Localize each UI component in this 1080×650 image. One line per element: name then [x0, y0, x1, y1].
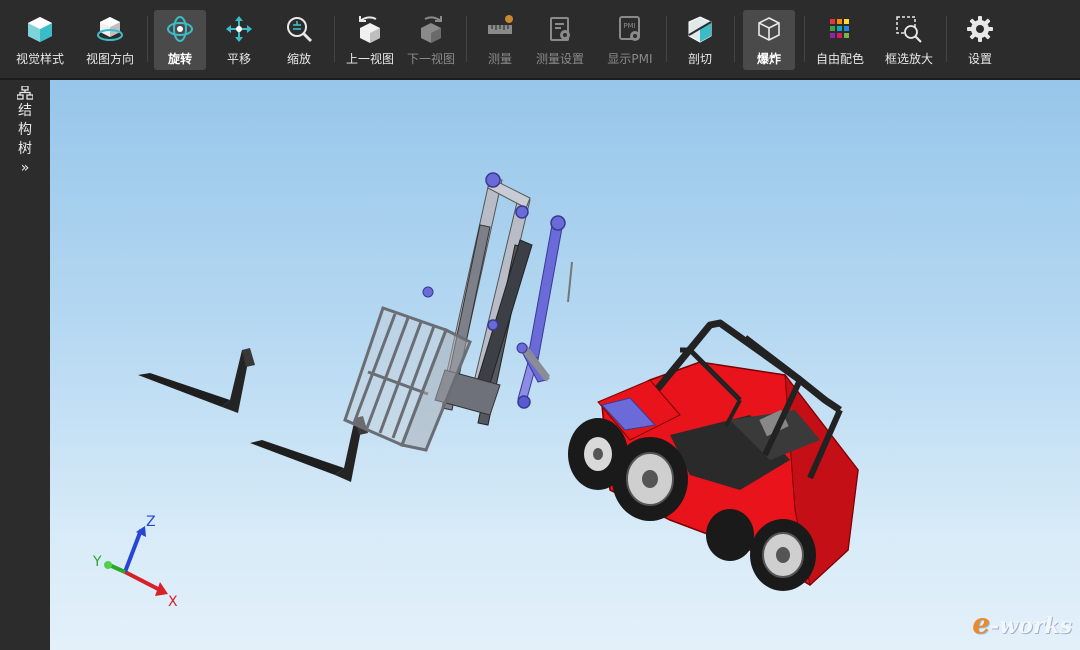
explode-label: 爆炸: [756, 52, 781, 66]
gear-icon: [965, 14, 995, 44]
expand-chevron-icon: »: [20, 160, 30, 176]
pan-icon: [224, 14, 254, 44]
toolbar-divider: [804, 16, 805, 62]
axis-y-label: Y: [92, 554, 102, 570]
explode-button[interactable]: 爆炸: [743, 10, 795, 70]
logo-text: -works: [990, 613, 1072, 639]
axis-triad: X Z Y: [92, 514, 178, 610]
previous-view-icon: [355, 14, 385, 44]
toolbar-divider: [734, 16, 735, 62]
front-wheel-right[interactable]: [612, 437, 688, 521]
svg-text:PMI: PMI: [623, 22, 635, 30]
zoom-icon: [284, 14, 314, 44]
toolbar-divider: [334, 16, 335, 62]
visual-style-button[interactable]: 视觉样式: [8, 10, 72, 70]
view-direction-icon: [95, 14, 125, 44]
box-zoom-button[interactable]: 框选放大: [878, 10, 940, 70]
next-view-label: 下一视图: [406, 52, 455, 66]
measure-settings-button[interactable]: 测量设置: [530, 10, 590, 70]
toolbar-divider: [946, 16, 947, 62]
fork-left[interactable]: [138, 348, 255, 413]
settings-button[interactable]: 设置: [954, 10, 1006, 70]
settings-label: 设置: [967, 52, 992, 66]
toolbar-divider: [466, 16, 467, 62]
structure-tree-toggle[interactable]: 结 构 树 »: [10, 86, 40, 186]
fork-carriage[interactable]: [343, 306, 472, 452]
section-cut-icon: [685, 14, 715, 44]
previous-view-button[interactable]: 上一视图: [340, 10, 400, 70]
free-color-button[interactable]: 自由配色: [810, 10, 870, 70]
toolbar-divider: [666, 16, 667, 62]
color-palette-icon: [825, 14, 855, 44]
cube-style-icon: [25, 14, 55, 44]
zoom-button[interactable]: 缩放: [272, 10, 326, 70]
visual-style-label: 视觉样式: [15, 52, 64, 66]
fork-right[interactable]: [250, 416, 368, 482]
box-zoom-icon: [894, 14, 924, 44]
3d-viewport[interactable]: X Z Y e-works: [50, 80, 1080, 650]
structure-tree-label-char: 构: [18, 122, 32, 138]
rotate-icon: [165, 14, 195, 44]
axis-z-label: Z: [146, 514, 156, 530]
toolbar-divider: [147, 16, 148, 62]
previous-view-label: 上一视图: [345, 52, 394, 66]
section-cut-label: 剖切: [687, 52, 712, 66]
toolbar: 视觉样式 视图方向 旋转 平移 缩放 上一视图 下一视图 测量 测量设置 PMI…: [0, 0, 1080, 80]
measure-settings-icon: [545, 14, 575, 44]
measure-settings-label: 测量设置: [535, 52, 584, 66]
pan-label: 平移: [226, 52, 251, 66]
measure-button[interactable]: 测量: [474, 10, 526, 70]
tree-icon: [17, 86, 33, 100]
section-cut-button[interactable]: 剖切: [674, 10, 726, 70]
sidebar: 结 构 树 »: [0, 80, 50, 650]
pmi-icon: PMI: [615, 14, 645, 44]
logo-e: e: [972, 607, 991, 640]
structure-tree-label-char: 树: [18, 141, 32, 157]
measure-label: 测量: [487, 52, 512, 66]
pan-button[interactable]: 平移: [212, 10, 266, 70]
show-pmi-label: 显示PMI: [607, 52, 653, 66]
view-direction-button[interactable]: 视图方向: [78, 10, 142, 70]
rotate-button[interactable]: 旋转: [154, 10, 206, 70]
box-zoom-label: 框选放大: [884, 52, 933, 66]
view-direction-label: 视图方向: [85, 52, 134, 66]
next-view-button[interactable]: 下一视图: [402, 10, 460, 70]
free-color-label: 自由配色: [815, 52, 864, 66]
zoom-label: 缩放: [286, 52, 311, 66]
explode-icon: [754, 14, 784, 44]
structure-tree-label-char: 结: [18, 103, 32, 119]
eworks-logo: e-works: [972, 607, 1072, 640]
next-view-icon: [416, 14, 446, 44]
rear-wheel-left[interactable]: [706, 509, 754, 561]
ruler-icon: [485, 14, 515, 44]
rear-wheel-right[interactable]: [750, 519, 816, 591]
show-pmi-button[interactable]: PMI 显示PMI: [600, 10, 660, 70]
rotate-label: 旋转: [167, 52, 192, 66]
axis-x-label: X: [168, 594, 178, 610]
